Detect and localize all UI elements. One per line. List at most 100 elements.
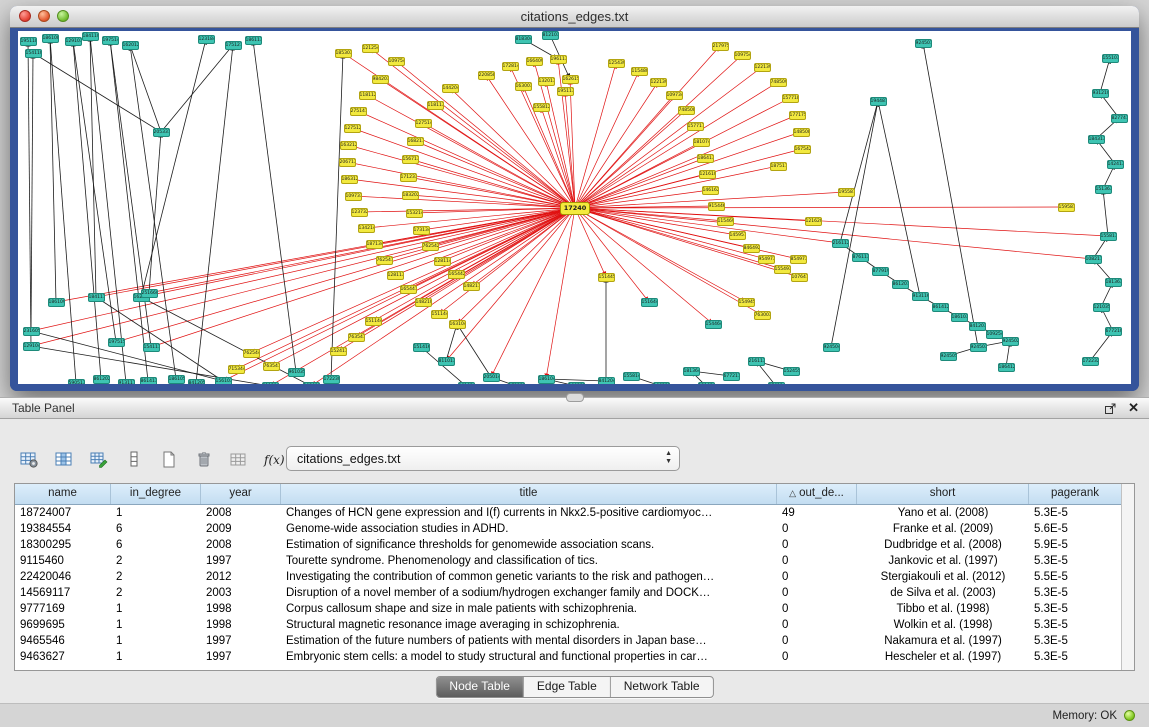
table-row[interactable]: 2242004622012Investigating the contribut… [15, 569, 1134, 585]
graph-node[interactable]: 1511447 [365, 317, 382, 326]
graph-node[interactable]: 9549731 [758, 255, 775, 264]
graph-node[interactable]: 8412051 [188, 379, 205, 385]
graph-node[interactable]: 8614121 [932, 303, 949, 312]
graph-node[interactable]: 9245051 [940, 352, 957, 361]
graph-node[interactable]: 8761141 [768, 382, 785, 385]
graph-node[interactable]: 1975151 [108, 338, 125, 347]
table-row[interactable]: 969969511998Structural magnetic resonanc… [15, 617, 1134, 633]
tab-edge-table[interactable]: Edge Table [524, 677, 611, 697]
graph-node[interactable]: 1567131 [402, 155, 419, 164]
graph-node[interactable]: 7625421 [422, 242, 439, 251]
graph-node[interactable]: 155813 [1100, 232, 1117, 241]
graph-node[interactable]: 9131161 [912, 292, 929, 301]
graph-node[interactable]: 1861131 [245, 36, 262, 45]
graph-node[interactable]: 1722311 [508, 382, 525, 385]
graph-node[interactable]: 2179751 [712, 42, 729, 51]
graph-node[interactable]: 7485091 [770, 78, 787, 87]
graph-node[interactable]: 1541101 [25, 49, 42, 58]
graph-node[interactable]: 1154691 [717, 217, 734, 226]
graph-node[interactable]: 1682111 [407, 137, 424, 146]
graph-node[interactable]: 8612021 [93, 375, 110, 384]
graph-node[interactable]: 1514457 [598, 273, 615, 282]
graph-node[interactable]: 2751411 [350, 107, 367, 116]
window-zoom-button[interactable] [57, 10, 69, 22]
column-header-out_de[interactable]: △out_de... [777, 484, 857, 504]
new-table-icon[interactable] [156, 446, 181, 472]
graph-node[interactable]: 1951181 [20, 37, 37, 46]
graph-node[interactable]: 1549451 [738, 298, 755, 307]
graph-node[interactable]: 1275141 [415, 119, 432, 128]
graph-node[interactable]: 1654421 [448, 270, 465, 279]
graph-node[interactable]: 1097331 [345, 192, 362, 201]
graph-node[interactable]: 19448794 [870, 97, 887, 106]
graph-node[interactable]: 8549731 [790, 255, 807, 264]
row-height-icon[interactable] [121, 446, 146, 472]
graph-node[interactable]: 1561031 [215, 377, 232, 385]
graph-node[interactable]: 1524551 [783, 367, 800, 376]
graph-node[interactable]: 677210 [1105, 327, 1122, 336]
column-header-title[interactable]: title [281, 484, 777, 504]
graph-node[interactable]: 1626151 [562, 75, 579, 84]
tab-network-table[interactable]: Network Table [611, 677, 713, 697]
graph-node[interactable]: 877919 [872, 267, 889, 276]
graph-node[interactable]: 20533190 [153, 128, 170, 137]
graph-node[interactable]: 1832021 [402, 191, 419, 200]
graph-node[interactable]: 1861031 [951, 313, 968, 322]
graph-node[interactable]: 1751211 [225, 41, 242, 50]
graph-node[interactable]: 1097341 [666, 91, 683, 100]
graph-node[interactable]: 1532141 [406, 209, 423, 218]
tab-node-table[interactable]: Node Table [436, 677, 524, 697]
column-header-year[interactable]: year [201, 484, 281, 504]
table-edit-icon[interactable] [86, 446, 111, 472]
graph-node[interactable]: 1813631 [1105, 278, 1122, 287]
graph-node[interactable]: 2316051 [23, 327, 40, 336]
graph-node[interactable]: 2050141 [483, 373, 500, 382]
graph-node[interactable]: 8761131 [852, 253, 869, 262]
table-settings-icon[interactable] [16, 446, 41, 472]
graph-node[interactable]: 1291041 [23, 342, 40, 351]
graph-node[interactable]: 8412041 [598, 377, 615, 385]
graph-node[interactable]: 1875111 [770, 162, 787, 171]
graph-node[interactable]: 7625442 [243, 349, 260, 358]
graph-node[interactable]: 1291031 [65, 37, 82, 46]
graph-node[interactable]: 1731341 [413, 226, 430, 235]
graph-node[interactable]: 1975141 [102, 36, 119, 45]
table-row[interactable]: 1872400712008Changes of HCN gene express… [15, 505, 1134, 521]
close-panel-icon[interactable]: ✕ [1128, 398, 1139, 418]
graph-node[interactable]: 1281131 [387, 271, 404, 280]
graph-node[interactable]: 7153441 [228, 365, 245, 374]
table-row[interactable]: 977716911998Corpus callosum shape and si… [15, 601, 1134, 617]
graph-node[interactable]: 1544641 [705, 320, 722, 329]
graph-node[interactable]: 8412031 [969, 322, 986, 331]
splitter-handle[interactable] [566, 393, 584, 402]
graph-node[interactable]: 1459571 [729, 231, 746, 240]
graph-node[interactable]: 1082121 [653, 382, 670, 385]
table-row[interactable]: 1830029562008Estimation of significance … [15, 537, 1134, 553]
table-row[interactable]: 1456911722003Disruption of a novel membe… [15, 585, 1134, 601]
graph-node[interactable]: 1654411 [400, 285, 417, 294]
graph-node[interactable]: 827741 [1111, 114, 1128, 123]
column-header-pagerank[interactable]: pagerank [1029, 484, 1122, 504]
window-close-button[interactable] [19, 10, 31, 22]
graph-node[interactable]: 1082111 [1085, 255, 1102, 264]
table-row[interactable]: 946362711997Embryonic stem cells: a mode… [15, 649, 1134, 665]
graph-node[interactable]: 1863121 [341, 175, 358, 184]
graph-node[interactable]: 984203 [372, 75, 389, 84]
graph-node[interactable]: 1342141 [358, 224, 375, 233]
graph-node[interactable]: 1632121 [340, 141, 357, 150]
graph-node[interactable]: 1712331 [400, 173, 417, 182]
graph-node[interactable]: 1620121 [122, 41, 139, 50]
graph-node[interactable]: 1841101 [82, 32, 99, 41]
column-header-in_degree[interactable]: in_degree [111, 484, 201, 504]
table-selector-dropdown[interactable]: citations_edges.txt ▲▼ [286, 446, 680, 471]
graph-node[interactable]: 924501 [915, 39, 932, 48]
graph-node[interactable]: 5905131 [68, 379, 85, 385]
graph-node[interactable]: 1841111 [88, 293, 105, 302]
graph-node[interactable]: 7630031 [754, 311, 771, 320]
graph-node[interactable]: 1254391 [608, 59, 625, 68]
graph-node[interactable]: 1810741 [693, 138, 710, 147]
graph-node[interactable]: 1210351 [1093, 303, 1110, 312]
graph-node[interactable]: 1442041 [442, 84, 459, 93]
table-row[interactable]: 911546021997Tourette syndrome. Phenomeno… [15, 553, 1134, 569]
graph-node[interactable]: 1216101 [699, 170, 716, 179]
